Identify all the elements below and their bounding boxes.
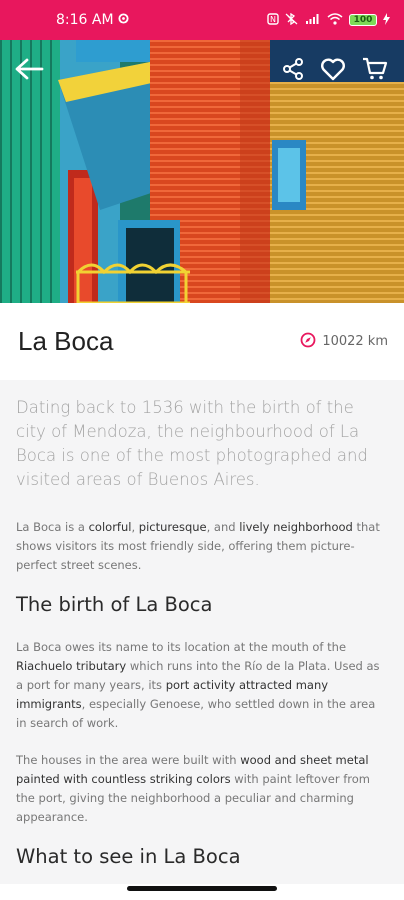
title-section: La Boca 10022 km bbox=[0, 303, 404, 380]
status-right: N 100 bbox=[267, 12, 390, 28]
share-button[interactable] bbox=[276, 54, 310, 88]
bluetooth-muted-icon bbox=[285, 12, 299, 28]
article-content: Dating back to 1536 with the birth of th… bbox=[0, 380, 404, 884]
arrow-left-icon bbox=[14, 57, 44, 85]
bold-span: picturesque bbox=[138, 520, 207, 534]
charging-bolt-icon bbox=[383, 12, 390, 28]
text-span: La Boca owes its name to its location at… bbox=[16, 640, 347, 654]
text-span: , and bbox=[206, 520, 240, 534]
text-span: , bbox=[131, 520, 139, 534]
distance-value: 10022 km bbox=[322, 334, 388, 349]
birth-paragraph-2: The houses in the area were built with w… bbox=[16, 751, 386, 827]
compass-icon bbox=[300, 332, 316, 352]
settings-gear-icon bbox=[118, 12, 129, 28]
hero-image bbox=[0, 40, 404, 303]
distance-info: 10022 km bbox=[300, 332, 388, 352]
status-left: 8:16 AM bbox=[56, 12, 129, 28]
section-heading-birth: The birth of La Boca bbox=[16, 593, 213, 616]
wifi-icon bbox=[327, 12, 343, 28]
cart-button[interactable] bbox=[358, 54, 392, 88]
status-time: 8:16 AM bbox=[56, 12, 114, 28]
intro-paragraph: La Boca is a colorful, picturesque, and … bbox=[16, 518, 386, 575]
signal-icon bbox=[305, 13, 321, 28]
bold-span: Riachuelo tributary bbox=[16, 659, 127, 673]
birth-paragraph-1: La Boca owes its name to its location at… bbox=[16, 638, 386, 733]
status-bar: 8:16 AM N 100 bbox=[0, 0, 404, 40]
nfc-icon: N bbox=[267, 12, 279, 28]
bold-span: lively neighborhood bbox=[239, 520, 353, 534]
home-indicator[interactable] bbox=[127, 886, 277, 891]
share-icon bbox=[281, 57, 305, 85]
lead-paragraph: Dating back to 1536 with the birth of th… bbox=[16, 398, 368, 489]
svg-text:N: N bbox=[270, 15, 276, 24]
cart-icon bbox=[362, 57, 388, 85]
battery-icon: 100 bbox=[349, 14, 377, 26]
section-heading-what-to-see: What to see in La Boca bbox=[16, 845, 241, 868]
favorite-button[interactable] bbox=[316, 54, 350, 88]
place-title: La Boca bbox=[18, 326, 114, 356]
text-span: La Boca is a bbox=[16, 520, 89, 534]
heart-icon bbox=[320, 57, 346, 85]
back-button[interactable] bbox=[12, 54, 46, 88]
bold-span: colorful bbox=[88, 520, 132, 534]
text-span: The houses in the area were built with bbox=[16, 753, 241, 767]
